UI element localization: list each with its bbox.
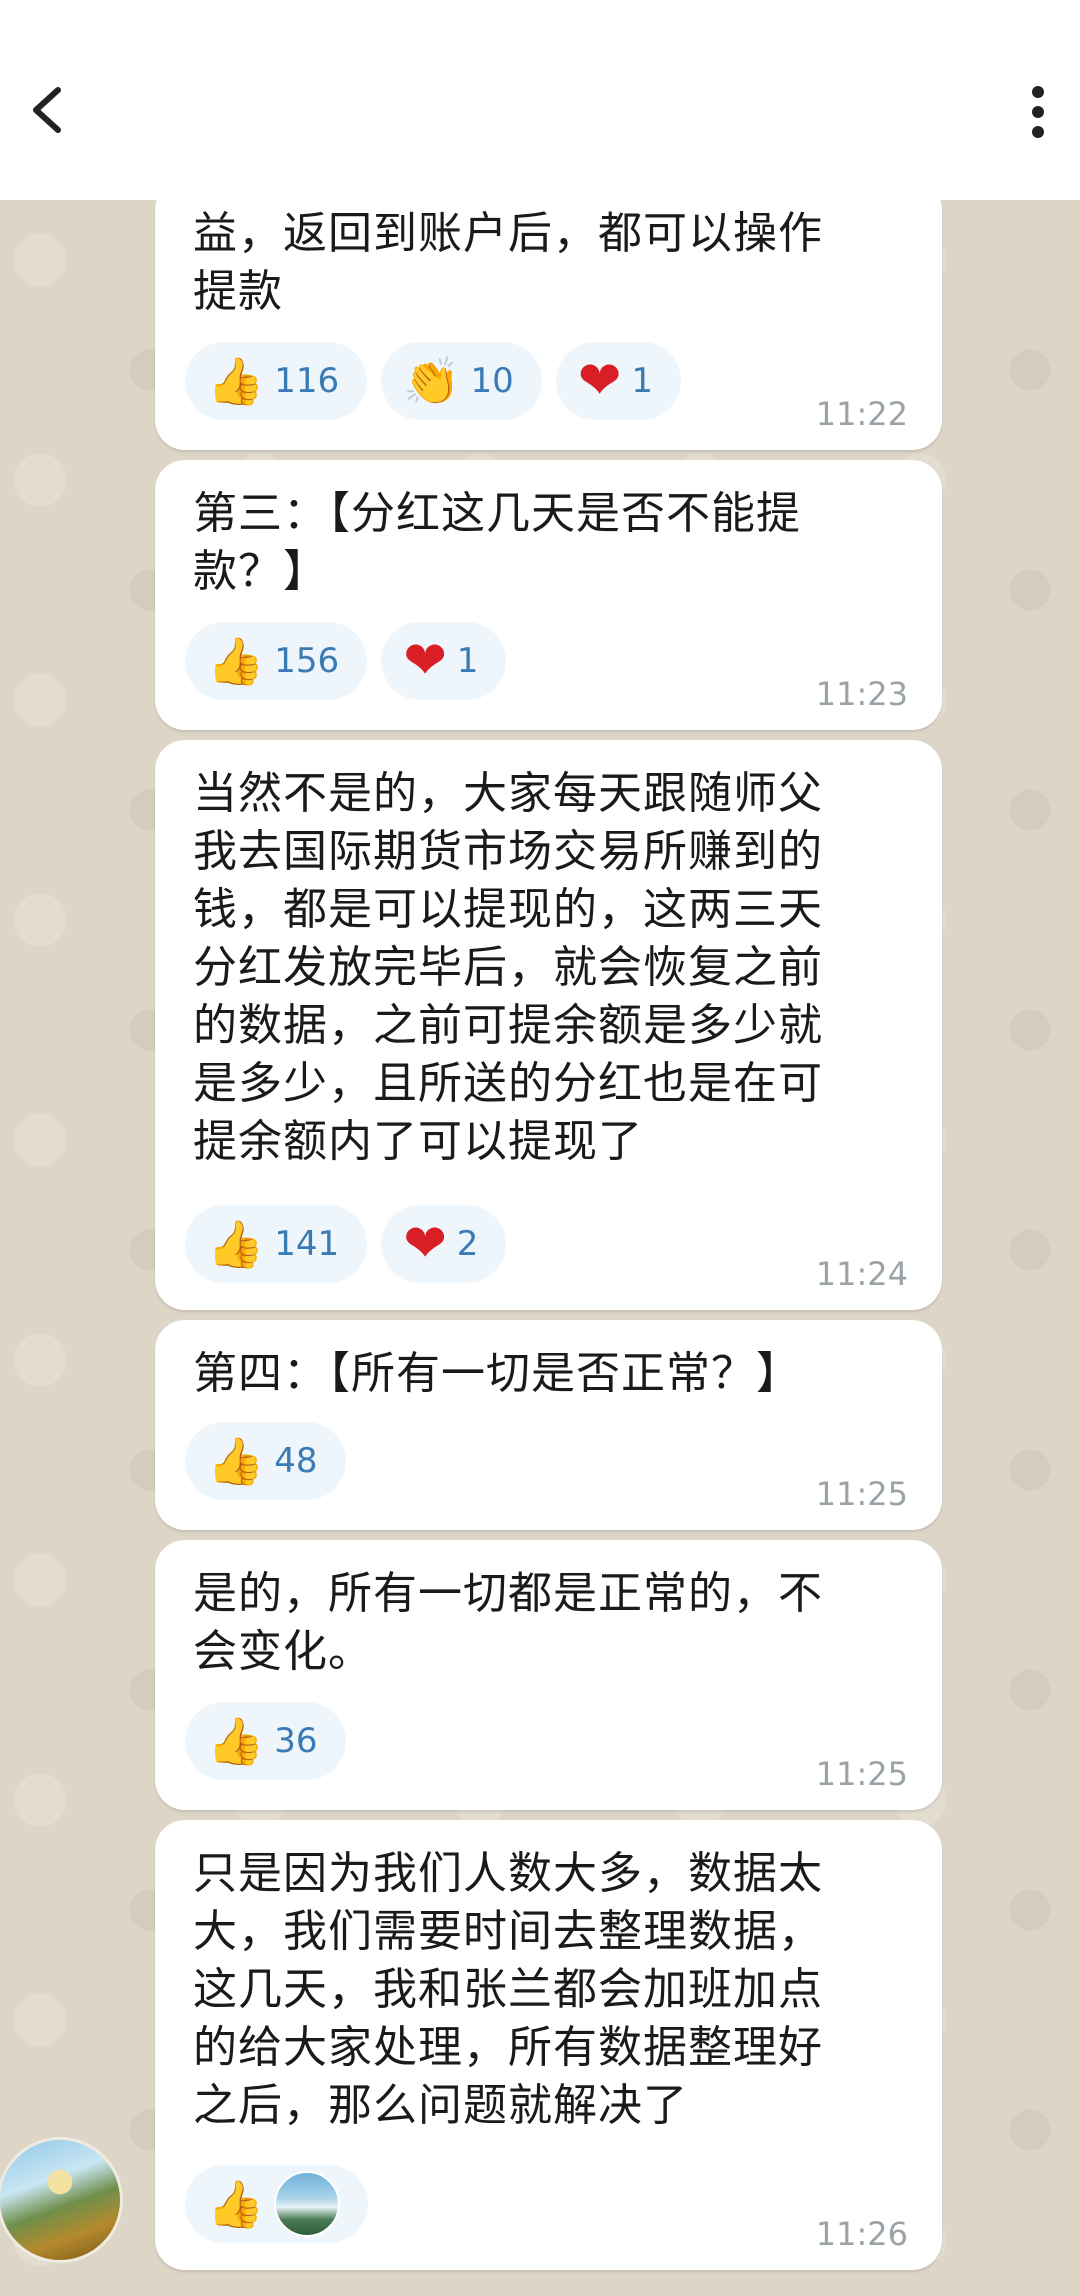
message-bubble[interactable]: 第三：【分红这几天是否不能提 款？】 👍 156 ❤ 1 11:23	[155, 460, 942, 730]
thumbs-up-icon: 👍	[207, 1434, 265, 1488]
message-text: 益，返回到账户后，都可以操作 提款	[193, 208, 823, 317]
reaction-count: 156	[274, 641, 340, 681]
reaction-heart[interactable]: ❤ 1	[555, 342, 681, 420]
message-text: 只是因为我们人数大多，数据太 大，我们需要时间去整理数据， 这几天，我和张兰都会…	[193, 1848, 823, 2131]
message-time: 11:22	[815, 395, 908, 433]
message-time: 11:24	[815, 1255, 908, 1293]
message-bubble[interactable]: 是的，所有一切都是正常的，不 会变化。 👍 36 11:25	[155, 1540, 942, 1810]
message-bubble[interactable]: 当然不是的，大家每天跟随师父 我去国际期货市场交易所赚到的 钱，都是可以提现的，…	[155, 740, 942, 1310]
thumbs-up-icon: 👍	[207, 354, 265, 408]
heart-icon: ❤	[403, 1214, 447, 1274]
message-text: 第三：【分红这几天是否不能提 款？】	[193, 488, 801, 597]
thumbs-up-icon: 👍	[207, 1714, 265, 1768]
more-options-button[interactable]	[1018, 82, 1058, 142]
reaction-bar: 👍 116 👏 10 ❤ 1	[185, 342, 681, 420]
message-bubble[interactable]: 第四：【所有一切是否正常？】 👍 48 11:25	[155, 1320, 942, 1530]
reaction-bar: 👍	[185, 2165, 369, 2243]
reaction-bar: 👍 48	[185, 1422, 346, 1500]
message-time: 11:25	[815, 1475, 908, 1513]
reaction-count: 116	[274, 361, 340, 401]
back-button[interactable]	[22, 80, 72, 140]
reaction-count: 36	[274, 1721, 318, 1761]
reaction-count: 1	[631, 361, 653, 401]
thumbs-up-icon: 👍	[207, 2177, 265, 2231]
more-vertical-icon	[1032, 86, 1044, 138]
chat-header	[0, 0, 1080, 200]
heart-icon: ❤	[577, 351, 622, 411]
heart-icon: ❤	[403, 631, 447, 691]
reaction-heart[interactable]: ❤ 2	[381, 1205, 507, 1283]
reaction-thumbs-up[interactable]: 👍 48	[185, 1422, 346, 1500]
message-bubble[interactable]: 只是因为我们人数大多，数据太 大，我们需要时间去整理数据， 这几天，我和张兰都会…	[155, 1820, 942, 2270]
reaction-count: 10	[470, 361, 514, 401]
reaction-bar: 👍 156 ❤ 1	[185, 622, 507, 700]
reaction-bar: 👍 36	[185, 1702, 346, 1780]
reaction-count: 141	[274, 1224, 340, 1264]
message-text: 第四：【所有一切是否正常？】	[193, 1348, 801, 1399]
reaction-thumbs-up[interactable]: 👍 141	[185, 1205, 368, 1283]
reactor-avatar	[274, 2171, 341, 2237]
reaction-heart[interactable]: ❤ 1	[381, 622, 507, 700]
clapping-hands-icon: 👏	[403, 354, 461, 408]
reaction-count: 48	[274, 1441, 318, 1481]
reaction-count: 1	[456, 641, 479, 681]
message-time: 11:23	[815, 675, 908, 713]
message-time: 11:25	[815, 1755, 908, 1793]
sender-avatar[interactable]	[0, 2140, 120, 2260]
reaction-thumbs-up[interactable]: 👍 156	[185, 622, 368, 700]
reaction-thumbs-up[interactable]: 👍 116	[185, 342, 368, 420]
reaction-count: 2	[456, 1224, 479, 1264]
message-text: 是的，所有一切都是正常的，不 会变化。	[193, 1568, 823, 1677]
message-bubble[interactable]: 益，返回到账户后，都可以操作 提款 👍 116 👏 10 ❤ 1 11:22	[155, 180, 942, 450]
chevron-left-icon	[33, 87, 61, 133]
reaction-clap[interactable]: 👏 10	[381, 342, 542, 420]
message-text: 当然不是的，大家每天跟随师父 我去国际期货市场交易所赚到的 钱，都是可以提现的，…	[193, 768, 823, 1167]
message-time: 11:26	[815, 2215, 908, 2253]
thumbs-up-icon: 👍	[207, 634, 265, 688]
reaction-thumbs-up[interactable]: 👍	[185, 2165, 369, 2243]
reaction-thumbs-up[interactable]: 👍 36	[185, 1702, 346, 1780]
reaction-bar: 👍 141 ❤ 2	[185, 1205, 507, 1283]
thumbs-up-icon: 👍	[207, 1217, 265, 1271]
